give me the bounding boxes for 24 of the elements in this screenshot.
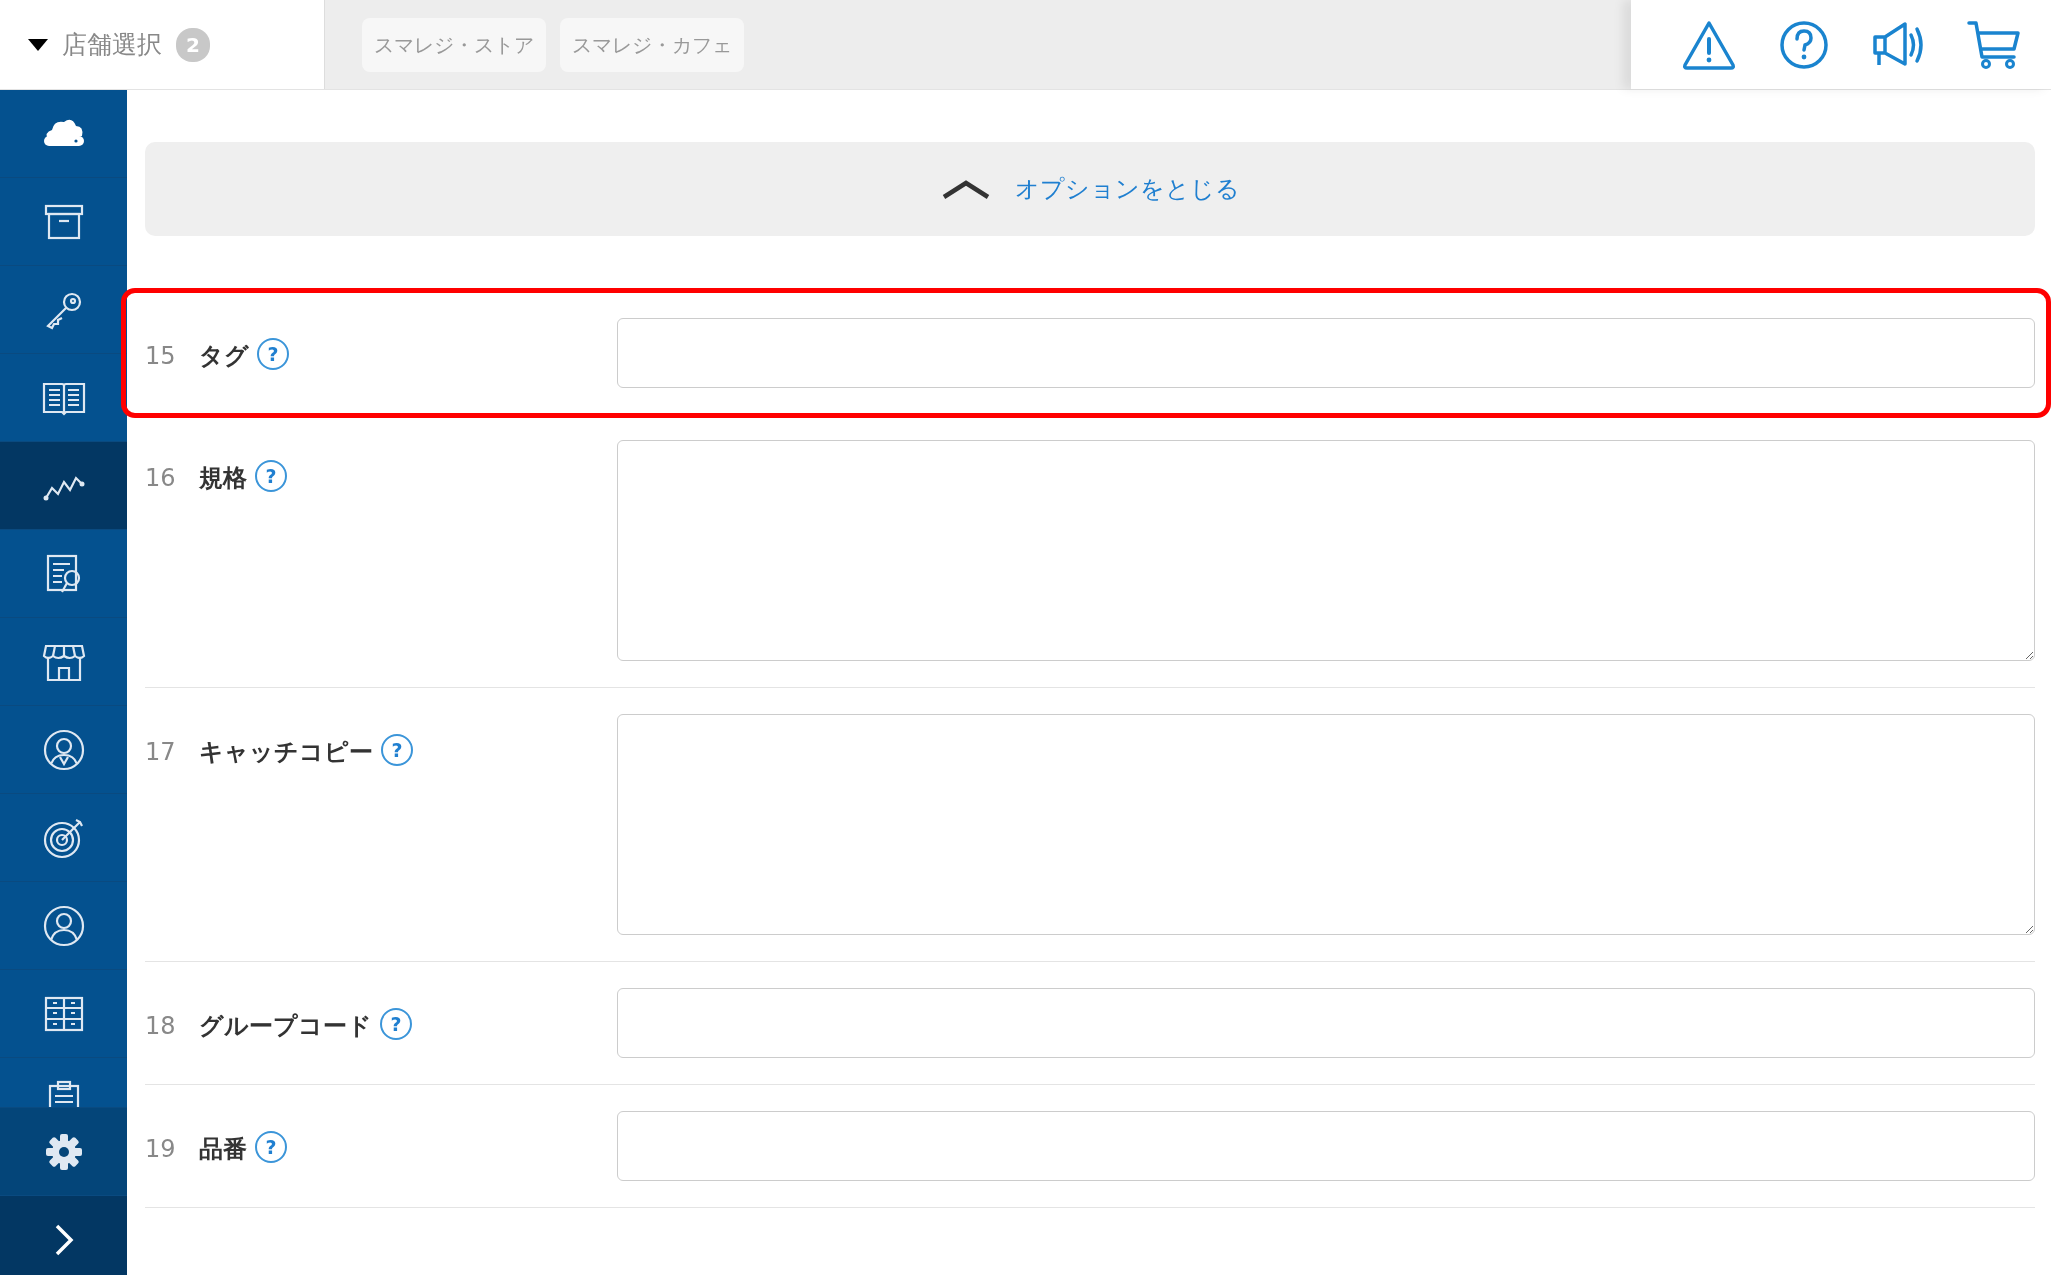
field-label: タグ: [199, 341, 249, 372]
settings-button[interactable]: [0, 1108, 127, 1196]
options-toggle-button[interactable]: オプションをとじる: [145, 142, 2035, 236]
field-number: 17: [145, 737, 177, 768]
field-label: グループコード: [199, 1011, 372, 1042]
input-field[interactable]: [617, 1111, 2035, 1181]
store-chip[interactable]: スマレジ・ストア: [362, 17, 546, 72]
input-field[interactable]: [617, 988, 2035, 1058]
input-field[interactable]: [617, 318, 2035, 388]
help-button[interactable]: ?: [381, 734, 413, 766]
field-number: 19: [145, 1134, 177, 1165]
field-number: 16: [145, 463, 177, 494]
help-button[interactable]: ?: [257, 338, 289, 370]
field-number: 15: [145, 341, 177, 372]
caret-icon[interactable]: [28, 38, 48, 51]
store-select-label[interactable]: 店舗選択: [62, 25, 162, 64]
store-chip[interactable]: スマレジ・カフェ: [560, 17, 744, 72]
field-number: 18: [145, 1011, 177, 1042]
help-button[interactable]: ?: [255, 1131, 287, 1163]
help-button[interactable]: ?: [255, 460, 287, 492]
field-label: 規格: [199, 463, 247, 494]
help-button[interactable]: ?: [380, 1008, 412, 1040]
field-label: 品番: [199, 1134, 247, 1165]
field-label: キャッチコピー: [199, 737, 373, 768]
